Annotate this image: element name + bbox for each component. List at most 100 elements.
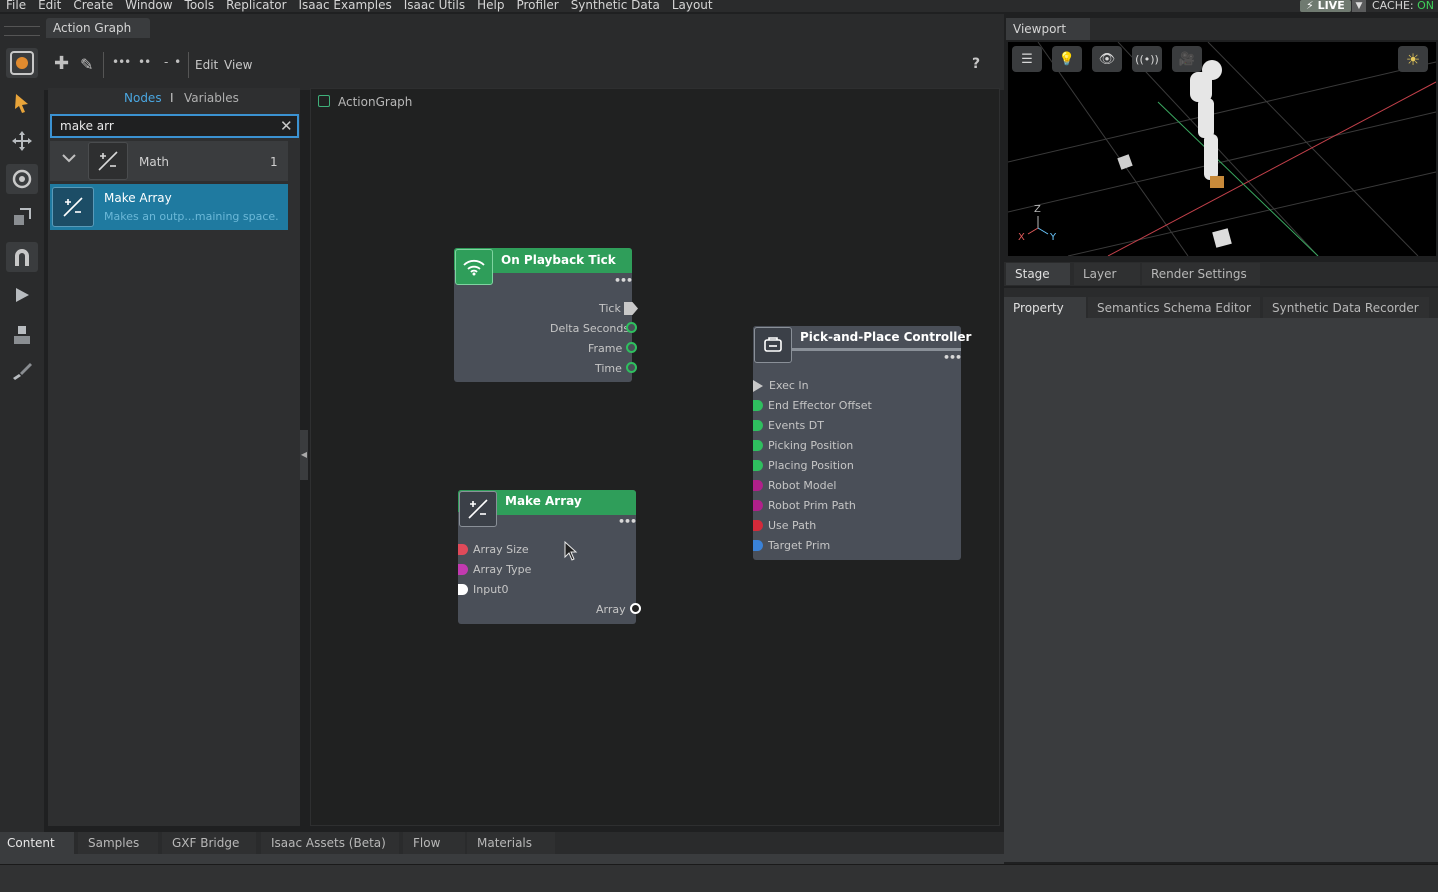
- tab-layer[interactable]: Layer: [1074, 263, 1140, 285]
- port-label-delta-seconds: Delta Seconds: [550, 322, 630, 335]
- math-icon: [459, 491, 497, 527]
- tab-viewport[interactable]: Viewport: [1006, 18, 1090, 40]
- panel-collapse-handle[interactable]: ◀: [300, 430, 308, 480]
- viewport-canvas[interactable]: Z X Y: [1008, 42, 1436, 256]
- chevron-down-icon[interactable]: [62, 151, 76, 167]
- menu-synthetic-data[interactable]: Synthetic Data: [565, 0, 666, 11]
- tab-render-settings[interactable]: Render Settings: [1142, 263, 1260, 285]
- category-label: Math: [139, 155, 170, 169]
- menu-layout[interactable]: Layout: [666, 0, 719, 11]
- menu-isaac-examples[interactable]: Isaac Examples: [293, 0, 398, 11]
- tab-separator: I: [170, 91, 174, 105]
- menu-tools[interactable]: Tools: [179, 0, 221, 11]
- chevron-left-icon: ◀: [300, 450, 308, 459]
- tab-stage[interactable]: Stage: [1006, 263, 1070, 285]
- sun-icon[interactable]: ☀: [1398, 46, 1428, 72]
- menu-create[interactable]: Create: [67, 0, 119, 11]
- node-header-underline: [492, 270, 632, 273]
- tab-isaac-assets[interactable]: Isaac Assets (Beta): [261, 832, 399, 854]
- physics-icon[interactable]: [6, 320, 38, 350]
- tab-gxf-bridge[interactable]: GXF Bridge: [162, 832, 256, 854]
- tick-signal-icon: [455, 249, 493, 285]
- pencil-icon[interactable]: ✎: [80, 55, 93, 74]
- eye-icon[interactable]: 👁: [1092, 46, 1122, 72]
- more-options-icon[interactable]: •••: [618, 515, 637, 528]
- port-label-array: Array: [596, 603, 626, 616]
- math-icon: [52, 187, 94, 227]
- port-label-use-path: Use Path: [768, 519, 817, 532]
- paint-brush-icon[interactable]: [6, 356, 38, 386]
- graph-breadcrumb[interactable]: ActionGraph: [338, 95, 412, 109]
- node-search-input[interactable]: [50, 114, 299, 138]
- more-options-icon[interactable]: •••: [943, 351, 962, 364]
- select-arrow-icon[interactable]: [6, 88, 38, 118]
- broadcast-icon[interactable]: ((•)): [1132, 46, 1162, 72]
- menu-file[interactable]: File: [0, 0, 32, 11]
- layout-compact-icon[interactable]: ••: [138, 55, 151, 69]
- tab-nodes[interactable]: Nodes: [124, 91, 162, 105]
- port-label-exec-in: Exec In: [769, 379, 809, 392]
- axis-label-x: X: [1018, 232, 1025, 243]
- menu-profiler[interactable]: Profiler: [510, 0, 564, 11]
- port-label-picking-position: Picking Position: [768, 439, 854, 452]
- action-graph-tabbar: [44, 14, 1004, 38]
- tab-content[interactable]: Content: [0, 832, 74, 854]
- view-menu[interactable]: View: [224, 58, 252, 72]
- menu-isaac-utils[interactable]: Isaac Utils: [398, 0, 471, 11]
- port-array[interactable]: [630, 603, 641, 614]
- layout-spread-icon[interactable]: - •: [164, 55, 182, 69]
- menu-bar: File Edit Create Window Tools Replicator…: [0, 0, 1438, 12]
- lightbulb-icon[interactable]: 💡: [1052, 46, 1082, 72]
- move-icon[interactable]: [6, 126, 38, 156]
- mouse-cursor-icon: [564, 540, 578, 564]
- content-panel: [0, 854, 1004, 864]
- menu-window[interactable]: Window: [119, 0, 178, 11]
- port-frame[interactable]: [626, 342, 637, 353]
- tab-action-graph[interactable]: Action Graph: [46, 18, 150, 38]
- close-icon[interactable]: ✕: [280, 117, 293, 135]
- port-label-end-effector-offset: End Effector Offset: [768, 399, 872, 412]
- more-options-icon[interactable]: •••: [614, 274, 633, 287]
- port-label-array-type: Array Type: [473, 563, 532, 576]
- property-panel: [1004, 318, 1438, 862]
- tab-materials[interactable]: Materials: [467, 832, 555, 854]
- add-icon[interactable]: ✚: [54, 53, 69, 74]
- scale-icon[interactable]: [6, 202, 38, 232]
- live-dropdown-button[interactable]: ▼: [1352, 0, 1366, 12]
- menu-replicator[interactable]: Replicator: [220, 0, 292, 11]
- tab-flow[interactable]: Flow: [403, 832, 465, 854]
- play-icon[interactable]: [6, 280, 38, 310]
- menu-help[interactable]: Help: [471, 0, 510, 11]
- port-label-array-size: Array Size: [473, 543, 529, 556]
- toolbar-divider: [103, 52, 104, 78]
- port-label-placing-position: Placing Position: [768, 459, 854, 472]
- node-title: Pick-and-Place Controller: [800, 330, 972, 344]
- tab-semantics-schema-editor[interactable]: Semantics Schema Editor: [1088, 297, 1260, 319]
- port-label-frame: Frame: [588, 342, 623, 355]
- layout-all-icon[interactable]: •••: [112, 55, 131, 69]
- tab-property[interactable]: Property: [1004, 297, 1086, 319]
- help-button[interactable]: ?: [972, 56, 980, 72]
- port-exec-in[interactable]: [753, 380, 763, 392]
- rotate-icon[interactable]: [6, 164, 38, 194]
- tab-variables[interactable]: Variables: [184, 91, 239, 105]
- port-label-input0: Input0: [473, 583, 509, 596]
- tab-synthetic-data-recorder[interactable]: Synthetic Data Recorder: [1263, 297, 1429, 319]
- camera-icon[interactable]: 🎥: [1172, 46, 1202, 72]
- port-delta-seconds[interactable]: [626, 322, 637, 333]
- result-description: Makes an outp...maining space.: [104, 210, 279, 223]
- live-badge[interactable]: ⚡ LIVE: [1300, 0, 1351, 12]
- tab-samples[interactable]: Samples: [78, 832, 158, 854]
- settings-sliders-icon[interactable]: ☰: [1012, 46, 1042, 72]
- cache-status: CACHE: ON: [1372, 0, 1434, 12]
- status-bar: [0, 864, 1438, 892]
- menu-edit[interactable]: Edit: [32, 0, 67, 11]
- snap-magnet-icon[interactable]: [6, 242, 38, 272]
- edit-menu[interactable]: Edit: [195, 58, 218, 72]
- axis-label-z: Z: [1034, 204, 1041, 215]
- omniverse-logo-icon[interactable]: [6, 48, 38, 78]
- lightning-icon: ⚡: [1306, 0, 1314, 12]
- toolbar-grip[interactable]: [4, 26, 40, 36]
- port-time[interactable]: [626, 362, 637, 373]
- controller-icon: [754, 327, 792, 363]
